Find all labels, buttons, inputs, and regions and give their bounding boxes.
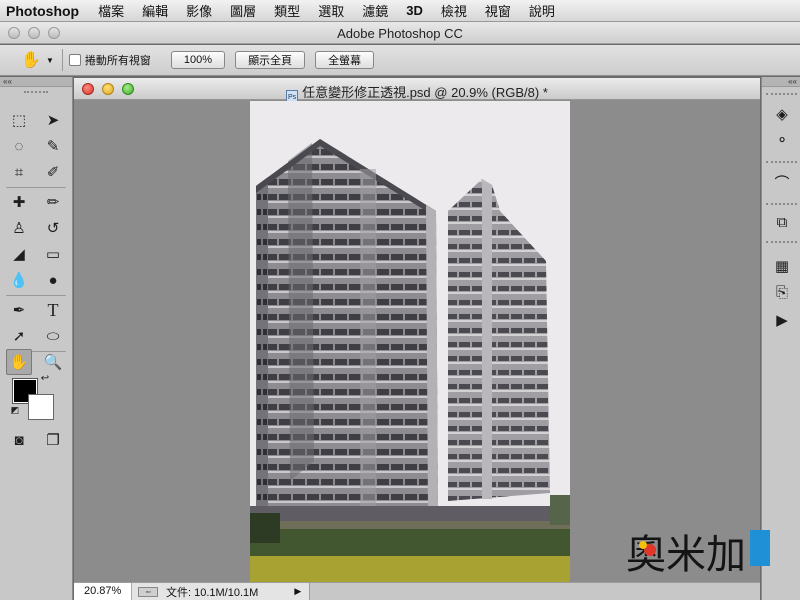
- status-bar: 20.87% ▫▫ 文件: 10.1M/10.1M ▶: [74, 582, 760, 600]
- building-photo: [250, 101, 570, 582]
- ellipse-tool-icon[interactable]: ⬭: [40, 323, 66, 349]
- menu-bar: Photoshop 檔案 編輯 影像 圖層 類型 選取 濾鏡 3D 檢視 視窗 …: [0, 0, 800, 22]
- zoom-level-field[interactable]: 20.87%: [74, 583, 132, 600]
- blur-tool-icon[interactable]: 💧: [6, 267, 32, 293]
- menu-type[interactable]: 類型: [265, 1, 309, 20]
- spot-healing-brush-icon[interactable]: ✚: [6, 189, 32, 215]
- pen-tool-icon[interactable]: ✒: [6, 297, 32, 323]
- eyedropper-tool-icon[interactable]: ✐: [40, 159, 66, 185]
- clone-stamp-tool-icon[interactable]: ♙: [6, 215, 32, 241]
- menu-help[interactable]: 說明: [520, 1, 564, 20]
- document-title-text: 任意變形修正透視.psd @ 20.9% (RGB/8) *: [302, 85, 548, 100]
- lasso-tool-icon[interactable]: ◌: [6, 133, 32, 159]
- status-menu-arrow-icon[interactable]: ▶: [294, 586, 301, 597]
- scroll-all-windows-label: 捲動所有視窗: [84, 55, 151, 67]
- fit-screen-button[interactable]: 顯示全頁: [235, 51, 306, 69]
- document-size-info: 文件: 10.1M/10.1M: [166, 586, 259, 599]
- tool-preset-dropdown-icon[interactable]: ▼: [46, 56, 54, 65]
- document-window: Ps 任意變形修正透視.psd @ 20.9% (RGB/8) * 20.87%…: [74, 78, 760, 600]
- watermark-text: 奧米加: [626, 532, 746, 576]
- default-colors-icon[interactable]: ◩: [8, 403, 22, 417]
- app-title-bar: Adobe Photoshop CC: [0, 22, 800, 44]
- fill-screen-button[interactable]: 全螢幕: [315, 51, 375, 69]
- history-panel-icon[interactable]: ⎘: [768, 281, 796, 303]
- background-color-swatch[interactable]: [28, 394, 54, 420]
- actions-panel-icon[interactable]: ▶: [768, 309, 796, 331]
- eraser-tool-icon[interactable]: ◢: [6, 241, 32, 267]
- panel-grip[interactable]: [766, 241, 797, 243]
- swatches-panel-icon[interactable]: ▦: [768, 255, 796, 277]
- status-preview-icon[interactable]: ▫▫: [138, 586, 158, 597]
- tools-separator: [6, 187, 66, 188]
- tools-panel-grip[interactable]: [24, 91, 48, 97]
- layers-panel-icon[interactable]: ◈: [768, 103, 796, 125]
- zoom-100-button[interactable]: 100%: [170, 51, 226, 69]
- app-title: Adobe Photoshop CC: [337, 26, 463, 41]
- quick-selection-tool-icon[interactable]: ✎: [40, 133, 66, 159]
- panel-dock-collapse-icon[interactable]: ««: [762, 77, 800, 87]
- panel-grip[interactable]: [766, 93, 797, 95]
- menu-select[interactable]: 選取: [309, 1, 353, 20]
- screen-mode-icon[interactable]: ❐: [40, 427, 66, 453]
- menu-layer[interactable]: 圖層: [221, 1, 265, 20]
- menu-window[interactable]: 視窗: [476, 1, 520, 20]
- tools-separator: [6, 295, 66, 296]
- hand-tool-icon[interactable]: ✋: [6, 349, 32, 375]
- menu-view[interactable]: 檢視: [432, 1, 476, 20]
- dodge-tool-icon[interactable]: ●: [40, 267, 66, 293]
- watermark-logo: 奧米加: [624, 528, 772, 578]
- menu-file[interactable]: 檔案: [89, 1, 133, 20]
- canvas-area[interactable]: [74, 101, 760, 582]
- scroll-all-windows-checkbox[interactable]: [68, 54, 81, 66]
- panel-dock: «« ◈ ⚬ ⌒ ⧉ ▦ ⎘ ▶: [761, 77, 800, 600]
- document-canvas-image[interactable]: [250, 101, 570, 582]
- options-separator: [61, 49, 63, 71]
- horizontal-scrollbar[interactable]: [309, 583, 760, 600]
- photoshop-window: Photoshop 檔案 編輯 影像 圖層 類型 選取 濾鏡 3D 檢視 視窗 …: [0, 0, 800, 600]
- move-tool-icon[interactable]: ➤: [40, 107, 66, 133]
- path-selection-tool-icon[interactable]: ➚: [6, 323, 32, 349]
- gradient-tool-icon[interactable]: ▭: [40, 241, 66, 267]
- tools-panel: «« ⬚ ➤ ◌ ✎ ⌗ ✐ ✚ ✏ ♙ ↺ ◢ ▭ 💧 ● ✒ T ➚ ⬭ ✋…: [0, 77, 73, 600]
- type-tool-icon[interactable]: T: [40, 297, 66, 323]
- panel-grip[interactable]: [766, 161, 797, 163]
- quick-mask-icon[interactable]: ◙: [6, 427, 32, 453]
- menu-image[interactable]: 影像: [177, 1, 221, 20]
- tools-panel-collapse-icon[interactable]: ««: [0, 77, 72, 87]
- panel-grip[interactable]: [766, 203, 797, 205]
- menu-app-name[interactable]: Photoshop: [0, 3, 89, 19]
- options-bar: ✋ ▼ 捲動所有視窗 100% 顯示全頁 全螢幕: [0, 45, 800, 76]
- menu-filter[interactable]: 濾鏡: [353, 1, 397, 20]
- crop-tool-icon[interactable]: ⌗: [6, 159, 32, 185]
- swap-colors-icon[interactable]: ↩: [38, 371, 52, 385]
- channels-panel-icon[interactable]: ⚬: [768, 129, 796, 151]
- history-brush-tool-icon[interactable]: ↺: [40, 215, 66, 241]
- paths-panel-icon[interactable]: ⌒: [768, 171, 796, 193]
- tool-preset-hand-icon[interactable]: ✋: [18, 49, 44, 71]
- menu-3d[interactable]: 3D: [397, 3, 432, 18]
- document-title-bar: Ps 任意變形修正透視.psd @ 20.9% (RGB/8) *: [74, 78, 760, 104]
- rectangular-marquee-tool-icon[interactable]: ⬚: [6, 107, 32, 133]
- watermark-logo-graphic: 奧米加: [626, 530, 770, 578]
- brush-tool-icon[interactable]: ✏: [40, 189, 66, 215]
- menu-edit[interactable]: 編輯: [133, 1, 177, 20]
- 3d-panel-icon[interactable]: ⧉: [768, 211, 796, 233]
